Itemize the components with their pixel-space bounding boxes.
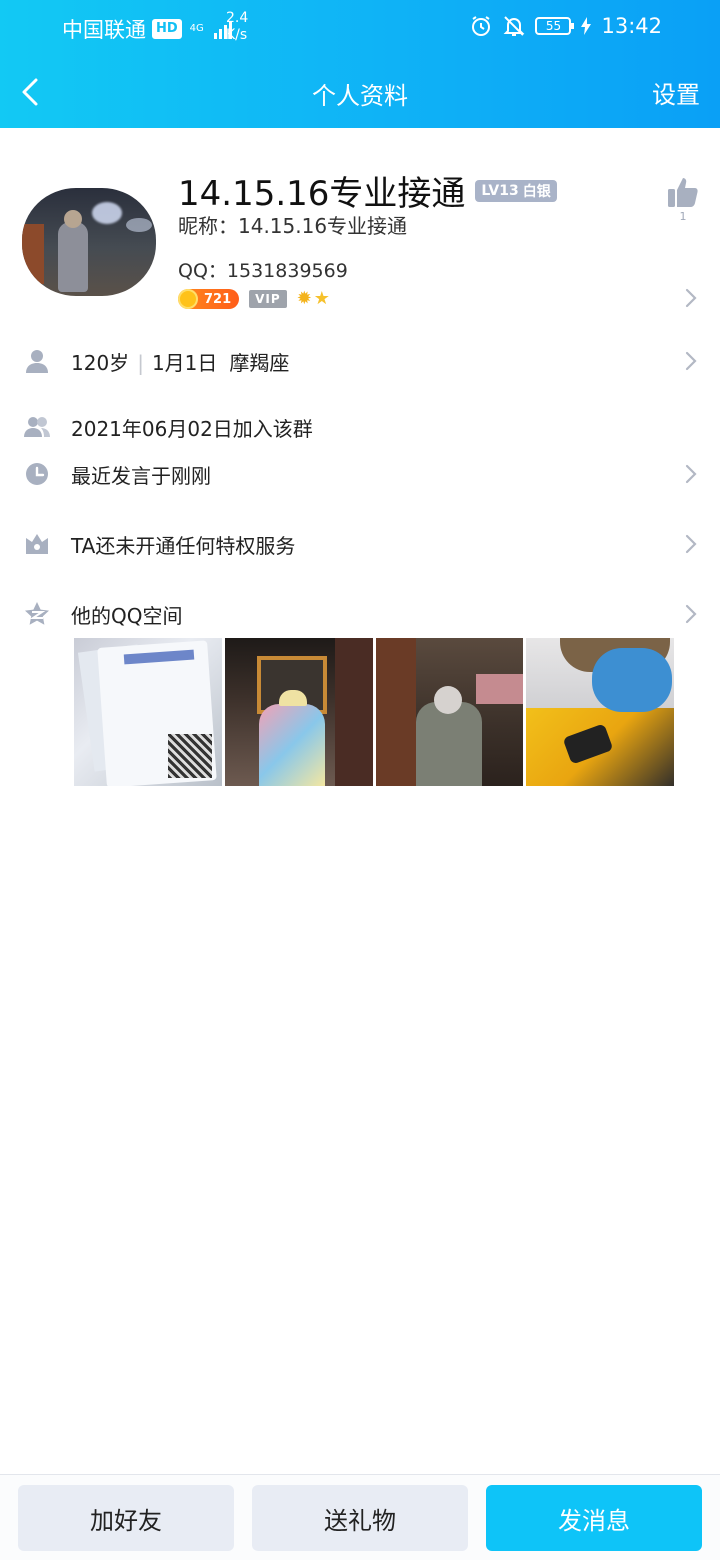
carrier-info: 中国联通 HD 4G bbox=[62, 14, 232, 44]
privilege-row[interactable]: TA还未开通任何特权服务 bbox=[0, 524, 720, 564]
bottom-action-bar: 加好友 送礼物 发消息 bbox=[0, 1474, 720, 1560]
star-icon: ★ bbox=[313, 288, 330, 309]
join-date: 2021年06月02日加入该群 bbox=[71, 416, 313, 441]
privilege-text: TA还未开通任何特权服务 bbox=[71, 533, 296, 558]
status-right: 55 13:42 bbox=[469, 14, 662, 38]
profile-name: 14.15.16专业接通 bbox=[178, 174, 466, 214]
last-speak: 最近发言于刚刚 bbox=[71, 463, 211, 488]
sun-icon: ✹ bbox=[296, 288, 312, 309]
age: 120岁 bbox=[71, 350, 130, 375]
nickname: 昵称：14.15.16专业接通 bbox=[178, 214, 408, 238]
send-message-button[interactable]: 发消息 bbox=[486, 1485, 702, 1551]
clock-time: 13:42 bbox=[601, 14, 662, 38]
thumbs-up-icon bbox=[668, 178, 698, 207]
crown-icon bbox=[23, 530, 51, 558]
qq-level-icons: ✹ ★ bbox=[297, 290, 330, 308]
person-icon bbox=[23, 347, 51, 375]
qzone-photos bbox=[74, 638, 674, 786]
hd-badge: HD bbox=[152, 19, 182, 39]
net-speed-unit: K/s bbox=[226, 27, 248, 43]
clock-icon bbox=[23, 460, 51, 488]
like-count: 1 bbox=[679, 210, 687, 223]
network-type: 4G bbox=[189, 23, 204, 34]
coin-icon bbox=[178, 289, 198, 309]
battery-level: 55 bbox=[545, 19, 562, 33]
badges-row[interactable]: 721 VIP ✹ ★ bbox=[178, 289, 330, 309]
add-friend-button[interactable]: 加好友 bbox=[18, 1485, 234, 1551]
chevron-right-icon bbox=[685, 534, 697, 554]
like-button[interactable]: 1 bbox=[666, 176, 700, 226]
level-title: 白银 bbox=[522, 183, 551, 200]
vip-badge: VIP bbox=[249, 290, 287, 308]
qzone-text: 他的QQ空间 bbox=[71, 603, 183, 628]
qzone-star-icon bbox=[23, 600, 51, 628]
alarm-icon bbox=[472, 16, 491, 36]
join-date-row: 2021年06月02日加入该群 bbox=[0, 407, 720, 447]
coin-badge: 721 bbox=[178, 289, 240, 309]
qq-number: QQ：1531839569 bbox=[178, 260, 348, 282]
battery-icon: 55 bbox=[535, 17, 575, 35]
group-icon bbox=[23, 413, 51, 441]
nav-bar: 个人资料 设置 bbox=[0, 56, 720, 128]
carrier-name: 中国联通 bbox=[62, 18, 146, 42]
basic-info-row[interactable]: 120岁 | 1月1日 摩羯座 bbox=[0, 341, 720, 381]
qzone-photo-4[interactable] bbox=[526, 638, 674, 786]
chevron-right-icon bbox=[685, 464, 697, 484]
last-speak-row[interactable]: 最近发言于刚刚 bbox=[0, 454, 720, 494]
coin-count: 721 bbox=[204, 291, 232, 307]
chevron-right-icon bbox=[685, 351, 697, 371]
basic-info-text: 120岁 | 1月1日 摩羯座 bbox=[71, 350, 290, 375]
page-title: 个人资料 bbox=[312, 82, 408, 110]
qzone-photo-3[interactable] bbox=[375, 638, 524, 786]
net-speed-value: 2.4 bbox=[226, 10, 249, 26]
qzone-photo-2[interactable] bbox=[224, 638, 373, 786]
charging-icon bbox=[581, 17, 592, 35]
avatar[interactable] bbox=[22, 188, 156, 296]
qzone-photo-1[interactable] bbox=[74, 638, 222, 786]
chevron-right-icon bbox=[685, 604, 697, 624]
header-bar: 中国联通 HD 4G 2.4 K/s 55 13:42 个人资料 设置 bbox=[0, 0, 720, 128]
settings-button[interactable]: 设置 bbox=[652, 75, 700, 110]
birthday: 1月1日 bbox=[151, 350, 218, 375]
zodiac: 摩羯座 bbox=[229, 350, 290, 375]
profile-name-row: 14.15.16专业接通 LV13 白银 bbox=[178, 166, 557, 215]
qzone-row[interactable]: 他的QQ空间 bbox=[0, 594, 720, 634]
net-speed: 2.4 K/s bbox=[226, 10, 248, 44]
bell-off-icon bbox=[504, 16, 525, 36]
profile-chevron-icon[interactable] bbox=[684, 287, 698, 309]
send-gift-button[interactable]: 送礼物 bbox=[252, 1485, 468, 1551]
level-badge: LV13 白银 bbox=[475, 179, 557, 202]
level-badge-text: LV13 bbox=[481, 182, 519, 199]
status-bar: 中国联通 HD 4G 2.4 K/s 55 13:42 bbox=[0, 0, 720, 56]
